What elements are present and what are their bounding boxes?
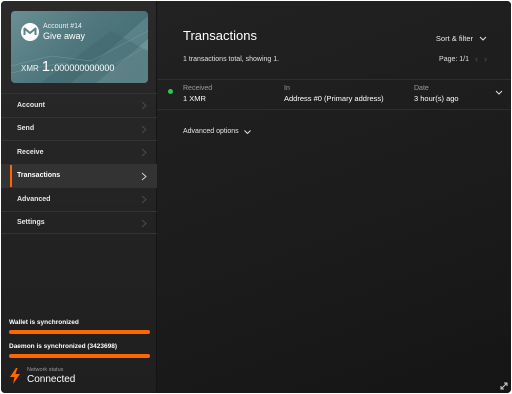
tx-direction-column: Received 1 XMR [183, 85, 212, 103]
account-name: Give away [43, 31, 86, 41]
advanced-options-toggle[interactable]: Advanced options [183, 128, 251, 135]
pagination: Page: 1/1 ‹ › [439, 55, 487, 64]
resize-icon[interactable] [500, 382, 508, 390]
sidebar-item-label: Advanced [17, 195, 51, 203]
sidebar-item-label: Transactions [17, 172, 61, 180]
sidebar-menu: Account Send Receive Transactions Advanc… [1, 93, 157, 234]
tx-date-column: Date 3 hour(s) ago [414, 85, 459, 103]
balance-currency: XMR [21, 64, 39, 73]
chevron-down-icon [479, 36, 487, 41]
sidebar-item-label: Send [17, 125, 35, 133]
network-status: Network status Connected [9, 367, 75, 385]
page-indicator: Page: 1/1 [439, 56, 469, 63]
monero-logo-icon [21, 23, 39, 41]
daemon-sync-status: Daemon is synchronized (3423698) [9, 343, 150, 358]
main-panel: Transactions Sort & filter 1 transaction… [157, 1, 511, 393]
sidebar-item-label: Account [17, 101, 45, 109]
tx-direction-label: Received [183, 85, 213, 92]
sidebar-item-receive[interactable]: Receive [1, 140, 157, 164]
page-title: Transactions [183, 28, 257, 43]
balance-integer: 1. [41, 58, 55, 75]
prev-page-button[interactable]: ‹ [475, 55, 478, 64]
next-page-button[interactable]: › [484, 55, 487, 64]
wallet-sync-text: Wallet is synchronized [9, 319, 79, 326]
wallet-sync-status: Wallet is synchronized [9, 319, 150, 334]
account-balance: XMR 1. 000000000000 [21, 58, 114, 75]
transaction-row[interactable]: Received 1 XMR In Address #0 (Primary ad… [157, 79, 511, 110]
balance-decimals: 000000000000 [54, 63, 115, 73]
chevron-right-icon [141, 101, 147, 110]
wallet-sync-progress-bar [9, 330, 150, 334]
chevron-right-icon [141, 148, 147, 157]
account-card[interactable]: Account #14 Give away XMR 1. 00000000000… [11, 11, 148, 83]
sort-filter-button[interactable]: Sort & filter [436, 34, 487, 43]
daemon-sync-progress-bar [9, 354, 150, 358]
chevron-down-icon [243, 129, 251, 134]
tx-amount: 1 XMR [183, 94, 206, 103]
sort-filter-label: Sort & filter [435, 34, 473, 43]
lightning-icon [10, 368, 20, 384]
chevron-right-icon [141, 219, 147, 227]
chevron-right-icon [141, 172, 147, 180]
tx-in-label: In [284, 85, 290, 92]
tx-in-address: Address #0 (Primary address) [284, 94, 384, 103]
chevron-right-icon [141, 125, 147, 133]
wallet-window: Account #14 Give away XMR 1. 00000000000… [1, 1, 511, 393]
sidebar-item-send[interactable]: Send [1, 116, 157, 141]
sidebar-item-advanced[interactable]: Advanced [1, 187, 157, 211]
account-number: Account #14 [43, 23, 82, 30]
tx-in-column: In Address #0 (Primary address) [284, 85, 384, 103]
received-status-dot [168, 89, 173, 94]
chevron-down-icon[interactable] [495, 90, 503, 95]
network-status-value: Connected [27, 374, 76, 385]
sidebar-item-settings[interactable]: Settings [1, 210, 157, 234]
transactions-summary: 1 transactions total, showing 1. [183, 56, 280, 63]
daemon-sync-text: Daemon is synchronized (3423698) [9, 343, 118, 350]
sidebar: Account #14 Give away XMR 1. 00000000000… [1, 1, 157, 393]
tx-date-value: 3 hour(s) ago [414, 94, 459, 103]
sidebar-item-label: Receive [17, 148, 44, 156]
chevron-right-icon [141, 195, 147, 204]
advanced-options-label: Advanced options [183, 128, 239, 135]
tx-date-label: Date [414, 85, 429, 92]
network-status-label: Network status [27, 367, 64, 373]
sidebar-item-label: Settings [17, 218, 45, 226]
sidebar-item-transactions[interactable]: Transactions [1, 163, 157, 187]
sidebar-item-account[interactable]: Account [1, 93, 157, 117]
